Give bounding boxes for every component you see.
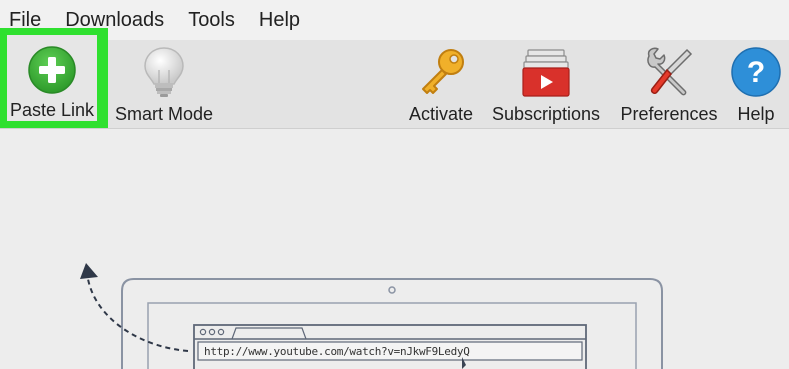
paste-link-highlight: Paste Link <box>0 28 108 128</box>
menu-bar: File Downloads Tools Help <box>0 0 789 40</box>
paste-link-label: Paste Link <box>9 100 95 120</box>
plus-icon <box>26 44 78 95</box>
url-bar-text: http://www.youtube.com/watch?v=nJkwF9Led… <box>204 345 470 358</box>
smart-mode-label: Smart Mode <box>114 104 214 124</box>
help-label: Help <box>737 104 775 124</box>
smart-mode-button[interactable]: Smart Mode <box>112 40 216 128</box>
main-content: http://www.youtube.com/watch?v=nJkwF9Led… <box>0 129 789 369</box>
activate-label: Activate <box>408 104 474 124</box>
preferences-button[interactable]: Preferences <box>618 40 720 128</box>
key-icon <box>415 46 467 98</box>
menu-tools[interactable]: Tools <box>176 0 247 40</box>
subscriptions-button[interactable]: Subscriptions <box>490 40 602 128</box>
paste-link-button[interactable]: Paste Link <box>7 35 97 121</box>
svg-text:?: ? <box>747 56 765 89</box>
toolbar: Smart Mode Activate Subscriptions Prefer… <box>0 40 789 129</box>
menu-help[interactable]: Help <box>247 0 312 40</box>
help-button[interactable]: ? Help <box>730 40 782 128</box>
laptop-illustration <box>80 263 663 369</box>
subscriptions-label: Subscriptions <box>491 104 601 124</box>
preferences-label: Preferences <box>620 104 718 124</box>
help-icon: ? <box>730 46 782 98</box>
subscriptions-icon <box>520 46 572 98</box>
tools-icon <box>643 46 695 98</box>
activate-button[interactable]: Activate <box>404 40 478 128</box>
lightbulb-icon <box>138 46 190 98</box>
